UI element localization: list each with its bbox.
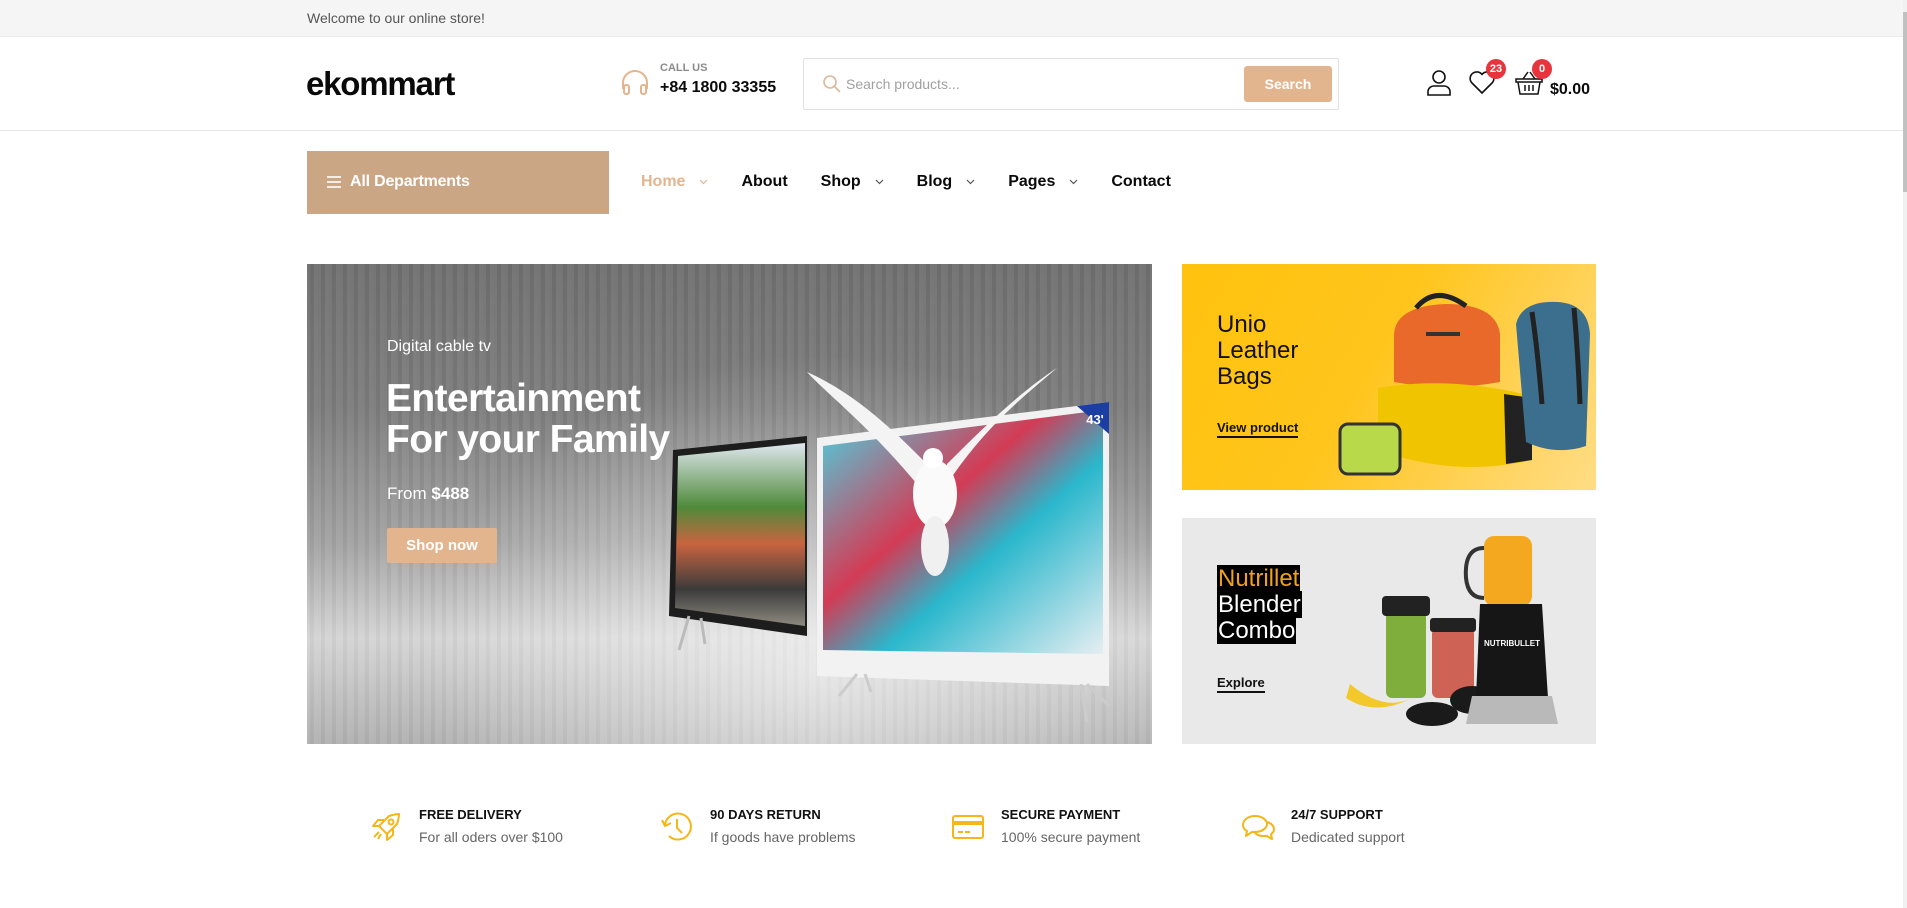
history-icon [661, 812, 692, 841]
chevron-down-icon [1069, 179, 1078, 185]
rocket-icon [372, 813, 400, 841]
nav-item-label: Pages [1008, 173, 1056, 190]
search-bar: Search [803, 58, 1339, 110]
promo-title-line: Leather [1217, 337, 1299, 364]
nav-item-pages[interactable]: Pages [1008, 173, 1078, 191]
tv-product-image: 43' [669, 368, 1111, 723]
hero-title: Entertainment For your Family [386, 378, 670, 460]
nav-item-label: Shop [820, 173, 861, 190]
promo-title-line: Blender [1217, 591, 1302, 618]
call-label: CALL US [660, 62, 708, 74]
phone-number[interactable]: +84 1800 33355 [660, 79, 776, 97]
hero-price-value: $488 [431, 484, 470, 503]
hero-price-prefix: From [387, 484, 427, 503]
feature-title: 24/7 SUPPORT [1291, 807, 1383, 822]
nav-item-blog[interactable]: Blog [917, 173, 976, 191]
chevron-down-icon [966, 179, 975, 185]
nav-item-label: About [741, 173, 788, 190]
credit-card-icon [952, 815, 984, 839]
menu-icon [327, 176, 341, 188]
feature-title: 90 DAYS RETURN [710, 807, 821, 822]
feature-subtitle: Dedicated support [1291, 829, 1405, 845]
hero-title-line-2: For your Family [386, 418, 670, 461]
all-departments-label: All Departments [350, 173, 470, 190]
nav-item-label: Blog [916, 173, 953, 190]
cart-total[interactable]: $0.00 [1550, 81, 1590, 99]
nav-item-about[interactable]: About [741, 173, 787, 191]
nav-item-label: Home [641, 173, 686, 190]
nav-item-home[interactable]: Home [641, 173, 708, 191]
promo-title-line: Bags [1217, 363, 1272, 390]
all-departments-button[interactable]: All Departments [307, 151, 609, 214]
promo-title: Nutrillet Blender Combo [1217, 565, 1302, 644]
chevron-down-icon [700, 179, 708, 185]
search-input[interactable] [846, 71, 1226, 97]
hero-price: From $488 [387, 484, 469, 504]
bags-product-image [1338, 293, 1590, 476]
chevron-down-icon [875, 179, 884, 185]
cart-button[interactable]: 0 [1512, 59, 1552, 97]
wishlist-button[interactable]: 23 [1466, 59, 1506, 97]
blender-product-image: NUTRIBULLET [1346, 536, 1558, 726]
nav-menu: Home About Shop Blog Pages Contact [641, 173, 1204, 191]
promo-banner-bags[interactable]: Unio Leather Bags View product [1182, 264, 1596, 490]
welcome-message: Welcome to our online store! [307, 10, 485, 26]
promo-title: Unio Leather Bags [1217, 312, 1298, 390]
features-strip: FREE DELIVERY For all oders over $100 90… [0, 790, 1904, 860]
shop-now-button[interactable]: Shop now [387, 528, 497, 563]
hero-eyebrow: Digital cable tv [387, 338, 492, 355]
site-header: ekommart CALL US +84 1800 33355 Search p… [0, 37, 1904, 131]
nav-item-label: Contact [1111, 173, 1171, 190]
feature-subtitle: 100% secure payment [1001, 829, 1141, 845]
promo-banner-blender[interactable]: NUTRIBULLET Nutrillet Blender Combo Expl… [1182, 518, 1596, 744]
promo-title-line: Combo [1217, 617, 1297, 644]
scrollbar-thumb[interactable] [1903, 12, 1907, 192]
hero-title-line-1: Entertainment [386, 377, 641, 420]
top-bar: Welcome to our online store! [0, 0, 1904, 37]
nav-item-shop[interactable]: Shop [821, 173, 884, 191]
promo-title-line: Unio [1217, 311, 1267, 338]
account-button[interactable] [1424, 65, 1454, 97]
search-button[interactable]: Search [1244, 66, 1332, 102]
site-logo[interactable]: ekommart [306, 65, 455, 103]
view-product-link[interactable]: View product [1217, 420, 1299, 438]
blender-brand-label: NUTRIBULLET [1484, 639, 1540, 648]
headphones-icon [622, 70, 648, 95]
tv-size-badge: 43' [1086, 412, 1104, 427]
search-icon [823, 75, 841, 93]
explore-link[interactable]: Explore [1217, 675, 1265, 693]
nav-item-contact[interactable]: Contact [1111, 173, 1171, 191]
user-icon [1427, 70, 1451, 96]
main-navigation: All Departments Home About Shop Blog Pages Co… [0, 132, 1904, 232]
feature-subtitle: For all oders over $100 [419, 829, 563, 845]
feature-title: FREE DELIVERY [419, 807, 522, 822]
cart-count-badge: 0 [1532, 59, 1552, 79]
wishlist-count-badge: 23 [1486, 59, 1506, 79]
chat-icon [1242, 815, 1275, 840]
feature-title: SECURE PAYMENT [1001, 807, 1121, 822]
hero-banner: 43' Digital cable tv Entertainment For y… [307, 264, 1152, 744]
feature-subtitle: If goods have problems [710, 829, 856, 845]
page-scrollbar[interactable] [1903, 0, 1907, 908]
promo-title-line: Nutrillet [1217, 565, 1301, 592]
